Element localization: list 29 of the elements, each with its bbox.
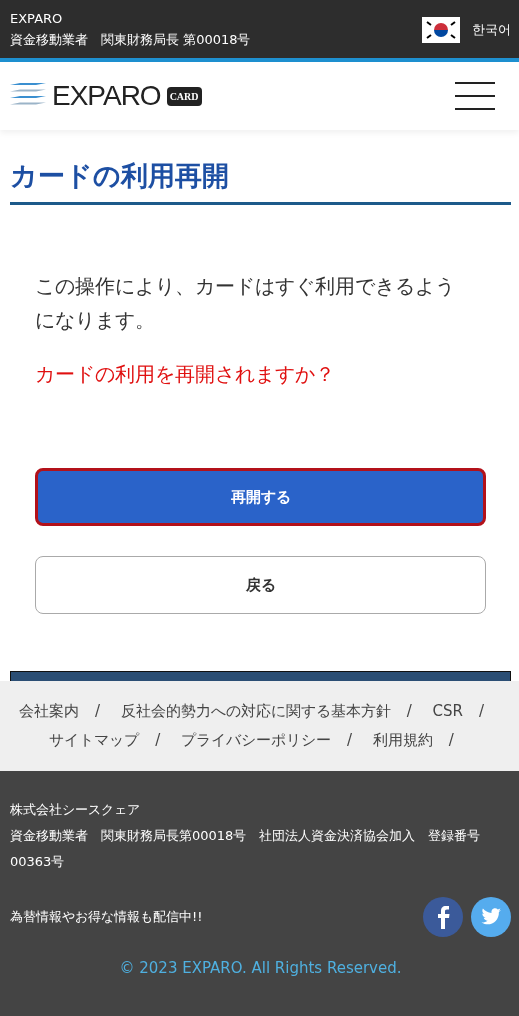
link-separator: / — [406, 702, 412, 720]
flag-icon — [422, 17, 460, 43]
news-text: 為替情報やお得な情報も配信中!! — [10, 908, 203, 926]
footer-company: 株式会社シースクェア — [10, 801, 141, 819]
company-name: EXPARO — [10, 10, 64, 28]
page-title: カードの利用再開 — [10, 158, 511, 205]
confirm-question: カードの利用を再開されますか？ — [35, 361, 336, 388]
facebook-icon[interactable] — [423, 897, 463, 937]
link-separator: / — [346, 731, 353, 749]
message-text: この操作により、カードはすぐ利用できるようになります。 — [35, 273, 456, 334]
footer-link[interactable]: サイトマップ — [49, 731, 140, 749]
link-separator: / — [94, 702, 100, 720]
menu-button[interactable] — [455, 82, 495, 110]
resume-button[interactable]: 再開する — [35, 468, 486, 526]
twitter-icon[interactable] — [471, 897, 511, 937]
link-separator: / — [479, 702, 485, 720]
footer-link[interactable]: 利用規約 — [372, 731, 433, 749]
copyright-text: © 2023 EXPARO. All Rights Reserved. — [118, 959, 403, 977]
link-separator: / — [155, 731, 161, 749]
back-button[interactable]: 戻る — [35, 556, 486, 614]
link-separator: / — [448, 731, 454, 749]
registration-text: 資金移動業者 関東財務局長第00018号 社団法人資金決済協会加入 登録番号00363号 — [10, 827, 482, 871]
logo[interactable]: EXPARO CARD — [10, 80, 202, 112]
footer-link[interactable]: プライバシーポリシー — [180, 731, 331, 749]
footer-link[interactable]: 反社会的勢力への対応に関する基本方針 — [120, 702, 391, 720]
license-text: 資金移動業者 関東財務局長 第00018号 — [10, 31, 251, 49]
footer-link[interactable]: CSR — [432, 702, 463, 720]
footer-link[interactable]: 会社案内 — [18, 702, 79, 720]
language-link[interactable]: 한국어 — [472, 21, 511, 39]
